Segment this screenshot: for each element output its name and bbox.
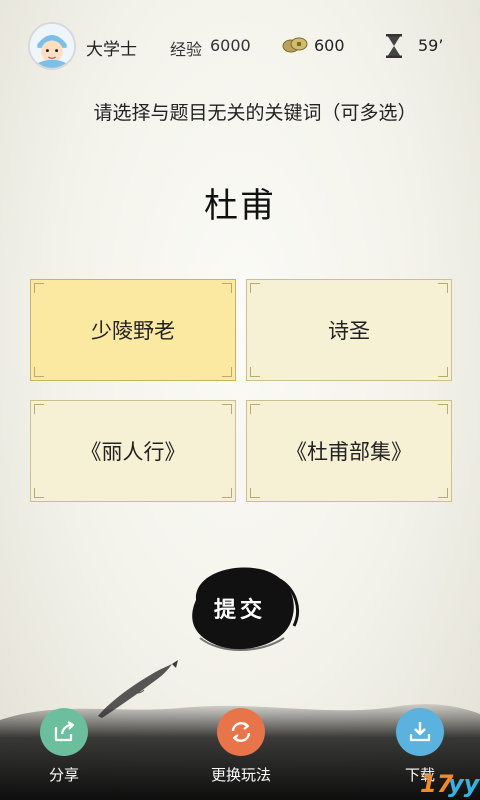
svg-text:yy: yy xyxy=(448,770,480,798)
refresh-icon xyxy=(231,722,251,742)
download-icon xyxy=(409,722,431,742)
user-avatar[interactable] xyxy=(28,22,76,70)
option-label: 《丽人行》 xyxy=(80,440,186,464)
option-card-3[interactable]: 《丽人行》 xyxy=(30,400,236,502)
17yy-logo: 17 yy xyxy=(420,770,480,798)
option-card-1[interactable]: 少陵野老 xyxy=(30,279,236,381)
timer-value: 59’ xyxy=(418,36,444,55)
question-keyword: 杜甫 xyxy=(204,186,276,226)
exp-label: 经验 xyxy=(170,40,203,59)
option-label: 《杜甫部集》 xyxy=(286,440,412,464)
scholar-avatar-icon xyxy=(30,24,74,68)
switch-mode-label: 更换玩法 xyxy=(210,766,271,784)
hourglass-icon xyxy=(386,34,402,58)
share-button[interactable]: 分享 xyxy=(24,708,104,788)
submit-button[interactable]: 提交 xyxy=(180,560,300,656)
submit-label: 提交 xyxy=(213,597,266,623)
coin-icon xyxy=(282,37,308,53)
exp-value: 6000 xyxy=(210,36,251,55)
share-label: 分享 xyxy=(48,766,79,784)
option-card-4[interactable]: 《杜甫部集》 xyxy=(246,400,452,502)
coin-count: 600 xyxy=(314,36,345,55)
user-rank: 大学士 xyxy=(86,40,137,60)
share-icon xyxy=(54,721,75,742)
option-label: 诗圣 xyxy=(328,319,370,343)
header-bar: 大学士 经验 6000 600 59’ xyxy=(0,0,480,90)
option-label: 少陵野老 xyxy=(91,319,175,343)
switch-mode-button[interactable]: 更换玩法 xyxy=(201,708,281,788)
question-instruction: 请选择与题目无关的关键词（可多选） xyxy=(93,102,417,124)
option-card-2[interactable]: 诗圣 xyxy=(246,279,452,381)
